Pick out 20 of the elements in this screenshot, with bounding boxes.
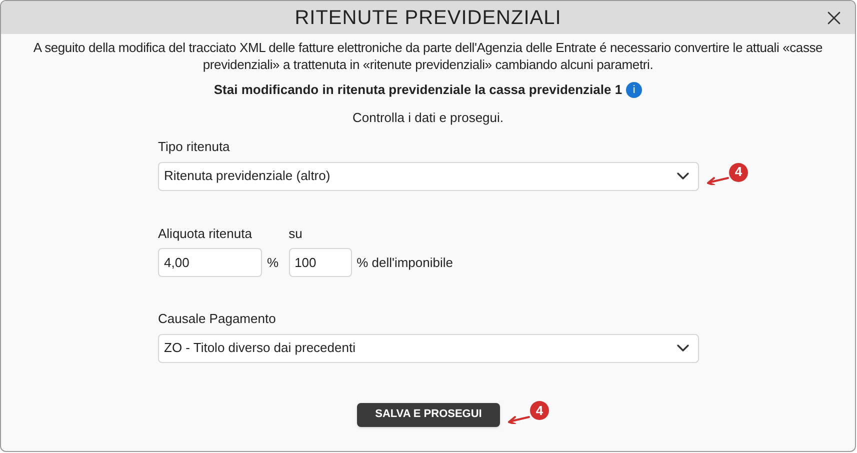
save-button[interactable]: SALVA E PROSEGUI bbox=[357, 402, 500, 426]
unit-text: % dell'imponibile bbox=[356, 254, 453, 272]
field-label: Causale Pagamento bbox=[158, 310, 277, 328]
rate-field[interactable]: 4,00 bbox=[158, 248, 262, 277]
type-select[interactable]: Ritenuta previdenziale (altro) bbox=[158, 162, 699, 190]
callout-badge: 4 bbox=[729, 162, 748, 182]
instruction-text: Controlla i dati e prosegui. bbox=[351, 108, 505, 127]
field-label: su bbox=[288, 224, 304, 242]
field-label: Tipo ritenuta bbox=[158, 138, 231, 156]
info-icon: i bbox=[626, 82, 642, 98]
arrow-icon bbox=[707, 175, 729, 185]
intro-text: A seguito della modifica del tracciato XML delle fatture elettroniche da parte dell'Agenzia delle Entrate é necessario convertire le attuali «casse previdenziali» a trattenuta in «ritenute previdenziali» cambiando alcuni parametri. bbox=[32, 39, 824, 73]
heading-text: Stai modificando in ritenuta previdenziale la cassa previdenziale 1 bbox=[214, 81, 622, 99]
base-field[interactable]: 100 bbox=[288, 248, 352, 277]
callout-badge: 4 bbox=[530, 401, 549, 420]
unit-text: % bbox=[267, 254, 279, 272]
field-label: Aliquota ritenuta bbox=[158, 224, 253, 243]
arrow-icon bbox=[508, 414, 530, 424]
payment-reason-select[interactable]: ZO - Titolo diverso dai precedenti bbox=[158, 334, 699, 362]
window-title: RITENUTE PREVIDENZIALI bbox=[294, 6, 562, 30]
